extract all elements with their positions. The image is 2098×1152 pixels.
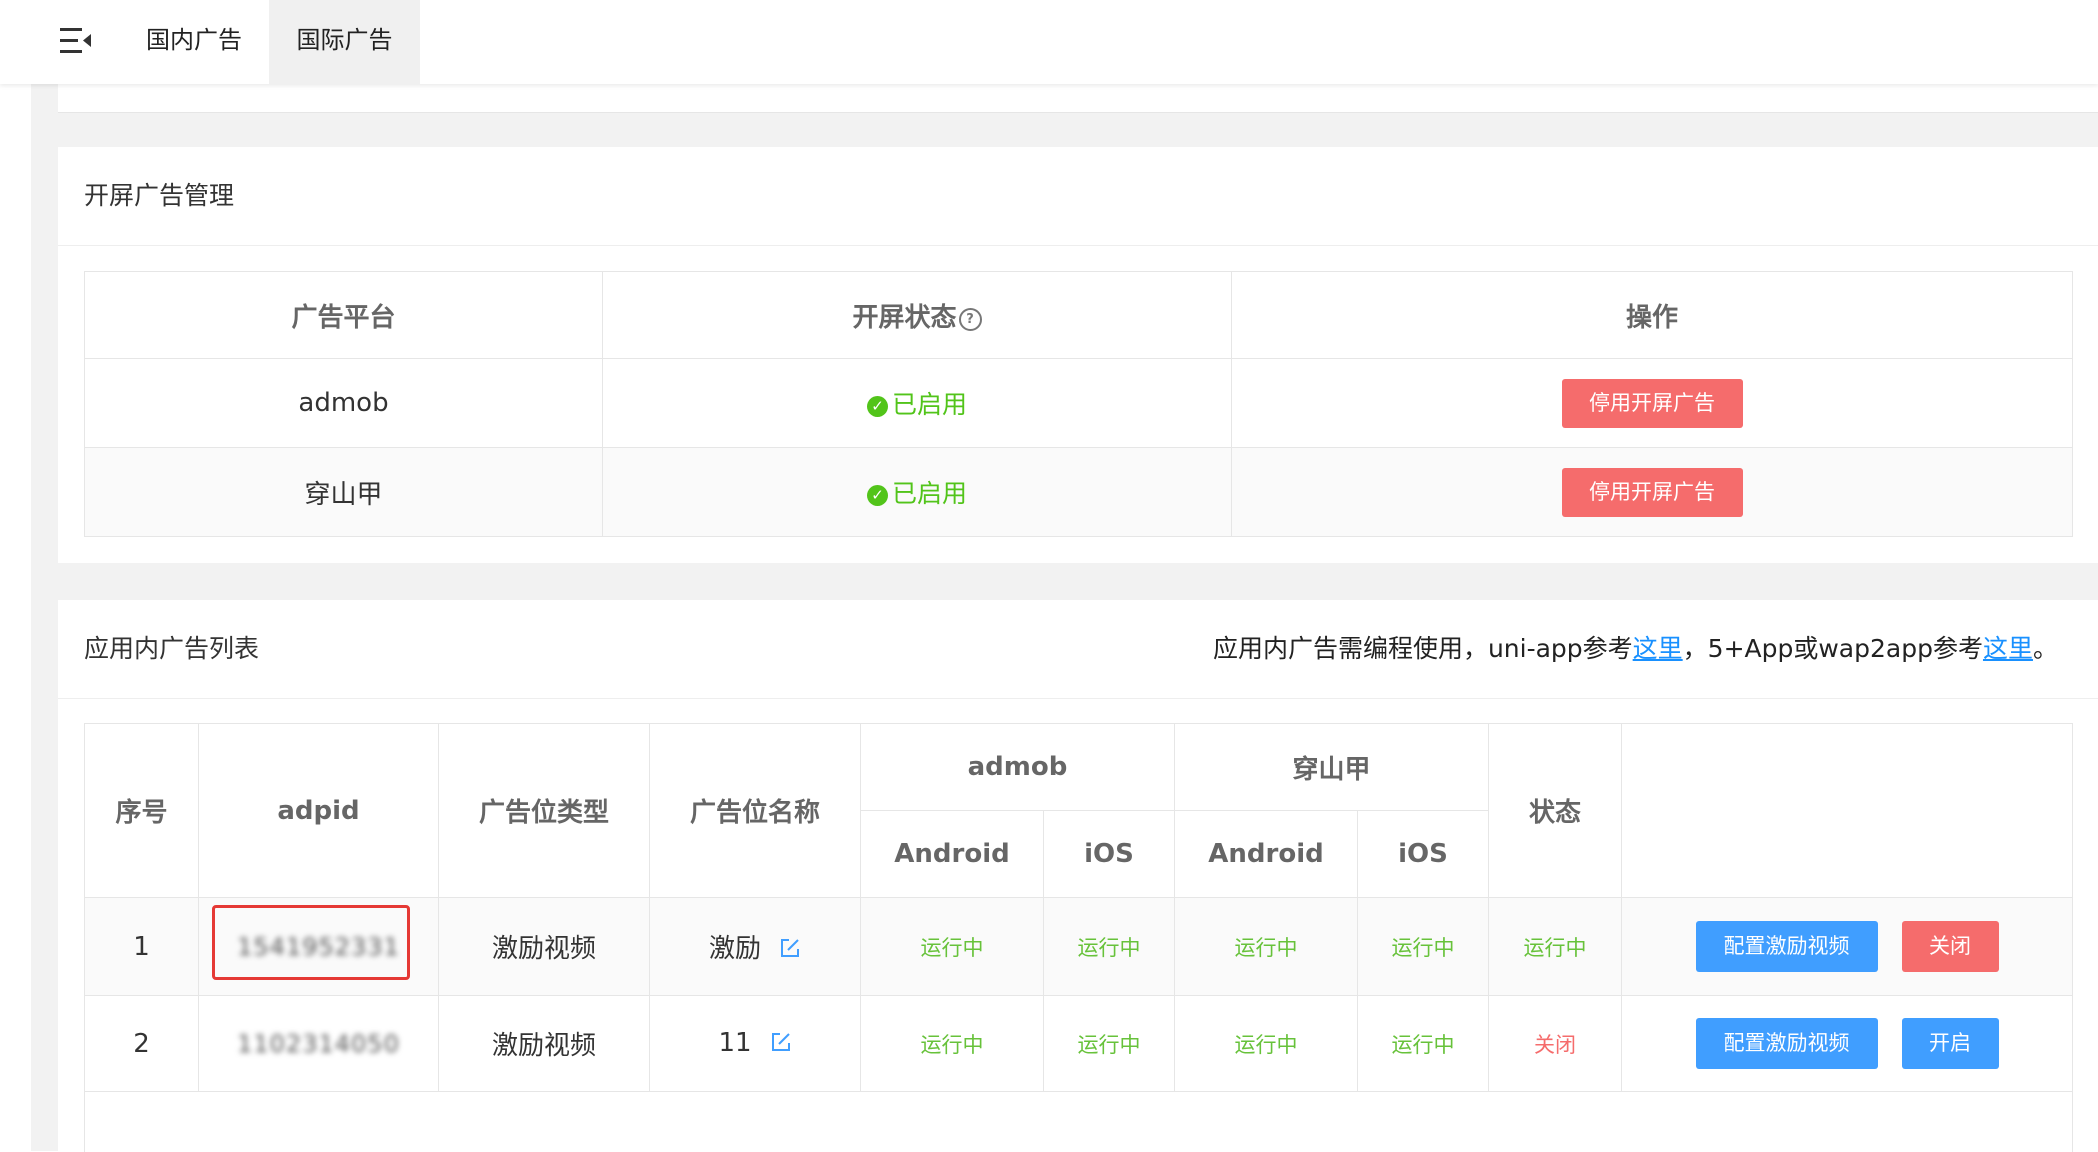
note-prefix: 应用内广告需编程使用，uni-app参考: [1212, 634, 1633, 663]
name-cell: 激励: [649, 897, 861, 996]
tab-international-ads[interactable]: 国际广告: [269, 0, 420, 84]
ad-name-text: 激励: [708, 933, 761, 964]
admob-ios-cell: 运行中: [1042, 897, 1176, 996]
column-header-adpid: adpid: [198, 723, 439, 898]
actions-cell: 配置激励视频 开启: [1621, 995, 2074, 1092]
pangle-ios-status: 运行中: [1391, 935, 1455, 960]
menu-fold-icon[interactable]: [58, 24, 94, 58]
table-row: 穿山甲 ✓ 已启用 停用开屏广告: [84, 447, 2073, 537]
admob-ios-status: 运行中: [1077, 935, 1141, 960]
admob-android-cell: 运行中: [860, 897, 1044, 996]
column-header-pangle: 穿山甲: [1174, 723, 1490, 811]
status-cell: 关闭: [1488, 995, 1623, 1092]
column-header-pangle-android: Android: [1174, 810, 1359, 898]
inapp-ad-card: 应用内广告列表 应用内广告需编程使用，uni-app参考这里，5+App或wap…: [58, 600, 2098, 1152]
note-suffix: 。: [2032, 634, 2058, 663]
action-cell: 停用开屏广告: [1231, 358, 2073, 448]
config-rewarded-video-button[interactable]: 配置激励视频: [1695, 921, 1878, 972]
column-header-status: 状态: [1488, 723, 1623, 898]
inapp-card-title: 应用内广告列表: [84, 634, 260, 663]
admob-android-status: 运行中: [920, 1032, 984, 1057]
disable-splash-button[interactable]: 停用开屏广告: [1561, 467, 1743, 517]
adpid-cell: 1102314050: [198, 995, 439, 1092]
usage-note: 应用内广告需编程使用，uni-app参考这里，5+App或wap2app参考这里…: [1213, 600, 2058, 698]
status-enabled-text: 已启用: [891, 390, 967, 419]
index-cell: 1: [84, 897, 199, 996]
pangle-ios-cell: 运行中: [1357, 897, 1490, 996]
admob-ios-status: 运行中: [1077, 1032, 1141, 1057]
index-cell: 2: [84, 995, 199, 1092]
pangle-android-status: 运行中: [1234, 935, 1298, 960]
card-header: 开屏广告管理: [58, 147, 2098, 246]
table-row: 2 1102314050 激励视频 11 运行中 运行中 运行中 运行中 关闭 …: [84, 995, 2074, 1092]
disable-ad-button[interactable]: 关闭: [1901, 921, 1999, 972]
column-header-admob-android: Android: [860, 810, 1044, 898]
splash-ad-table: 广告平台 开屏状态? 操作 admob ✓ 已启用 停用开屏广告 穿山甲 ✓ 已启用…: [84, 271, 2073, 537]
table-header-row: 序号 adpid 广告位类型 广告位名称 admob 穿山甲 状态: [84, 723, 2074, 898]
admob-android-status: 运行中: [920, 935, 984, 960]
column-header-action: 操作: [1231, 271, 2073, 359]
disable-splash-button[interactable]: 停用开屏广告: [1561, 378, 1743, 428]
note-middle: ，5+App或wap2app参考: [1682, 634, 1983, 663]
splash-status-label: 开屏状态: [852, 302, 957, 333]
status-cell: ✓ 已启用: [602, 358, 1232, 448]
type-cell: 激励视频: [438, 995, 650, 1092]
ad-status-text: 运行中: [1523, 935, 1587, 960]
config-rewarded-video-button[interactable]: 配置激励视频: [1695, 1018, 1878, 1069]
platform-cell: admob: [84, 358, 603, 448]
column-header-index: 序号: [84, 723, 199, 898]
highlight-annotation-box: [212, 905, 410, 980]
splash-card-title: 开屏广告管理: [84, 181, 235, 210]
pangle-android-status: 运行中: [1234, 1032, 1298, 1057]
pangle-android-cell: 运行中: [1174, 897, 1359, 996]
column-header-admob: admob: [859, 723, 1176, 811]
ad-status-text: 关闭: [1534, 1032, 1577, 1057]
table-empty-row: [83, 1091, 2074, 1152]
actions-cell: 配置激励视频 关闭: [1621, 897, 2074, 996]
platform-cell: 穿山甲: [84, 447, 603, 537]
question-circle-icon[interactable]: ?: [958, 307, 982, 331]
table-row: admob ✓ 已启用 停用开屏广告: [84, 358, 2073, 448]
status-cell: 运行中: [1488, 897, 1623, 996]
type-cell: 激励视频: [438, 897, 650, 996]
name-cell: 11: [649, 995, 861, 1092]
enable-ad-button[interactable]: 开启: [1901, 1018, 1999, 1069]
card-header: 应用内广告列表 应用内广告需编程使用，uni-app参考这里，5+App或wap…: [58, 600, 2098, 699]
left-gutter: [0, 84, 31, 1151]
status-cell: ✓ 已启用: [602, 447, 1232, 537]
column-header-splash-status: 开屏状态?: [602, 271, 1232, 359]
top-navbar: 国内广告 国际广告: [0, 0, 2098, 84]
upper-card-edge: [58, 84, 2098, 113]
column-header-pangle-ios: iOS: [1357, 810, 1490, 898]
tab-domestic-ads[interactable]: 国内广告: [124, 0, 264, 84]
edit-icon[interactable]: [779, 936, 801, 966]
pangle-ios-status: 运行中: [1391, 1032, 1455, 1057]
column-header-type: 广告位类型: [438, 723, 650, 898]
wap2app-doc-link[interactable]: 这里: [1983, 634, 2033, 663]
edit-icon[interactable]: [770, 1030, 792, 1060]
status-enabled-text: 已启用: [891, 479, 967, 508]
ad-name-text: 11: [718, 1027, 752, 1058]
admob-android-cell: 运行中: [860, 995, 1044, 1092]
admob-ios-cell: 运行中: [1042, 995, 1176, 1092]
column-header-actions: [1621, 723, 2074, 898]
splash-ad-card: 开屏广告管理 广告平台 开屏状态? 操作 admob ✓ 已启用 停用开屏广告 穿…: [58, 147, 2098, 563]
uni-app-doc-link[interactable]: 这里: [1633, 634, 1683, 663]
adpid-value-blurred: 1102314050: [237, 1029, 400, 1058]
table-header-row: 广告平台 开屏状态? 操作: [84, 271, 2073, 359]
column-header-admob-ios: iOS: [1042, 810, 1176, 898]
column-header-platform: 广告平台: [84, 271, 603, 359]
action-cell: 停用开屏广告: [1231, 447, 2073, 537]
pangle-android-cell: 运行中: [1174, 995, 1359, 1092]
column-header-name: 广告位名称: [649, 723, 861, 898]
check-circle-icon: ✓: [866, 485, 888, 506]
pangle-ios-cell: 运行中: [1357, 995, 1490, 1092]
check-circle-icon: ✓: [866, 396, 888, 417]
